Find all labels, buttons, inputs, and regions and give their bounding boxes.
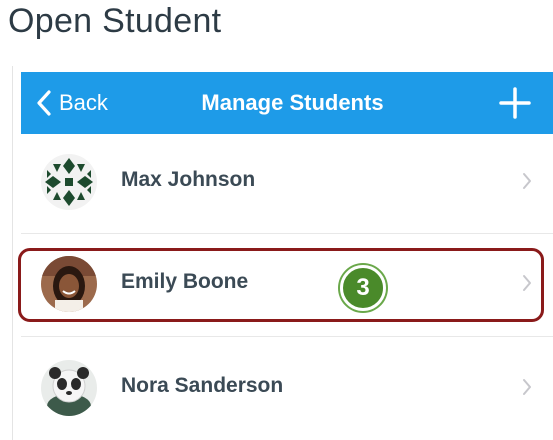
highlight-frame xyxy=(18,248,544,322)
step-badge: 3 xyxy=(340,265,386,311)
page-title: Open Student xyxy=(8,2,222,40)
student-name: Nora Sanderson xyxy=(121,374,284,397)
chevron-right-icon xyxy=(523,379,531,395)
student-row-max-johnson[interactable]: Max Johnson xyxy=(21,134,553,230)
panda-avatar xyxy=(41,360,97,416)
row-divider xyxy=(21,233,553,234)
student-row-nora-sanderson[interactable]: Nora Sanderson xyxy=(21,340,553,436)
row-divider xyxy=(21,336,553,337)
student-name: Max Johnson xyxy=(121,168,256,191)
chevron-right-icon xyxy=(523,173,531,189)
plus-icon[interactable] xyxy=(498,86,532,120)
nav-title: Manage Students xyxy=(201,90,384,115)
navigation-bar: Back Manage Students xyxy=(21,72,553,134)
geometric-pattern-avatar xyxy=(41,154,97,210)
